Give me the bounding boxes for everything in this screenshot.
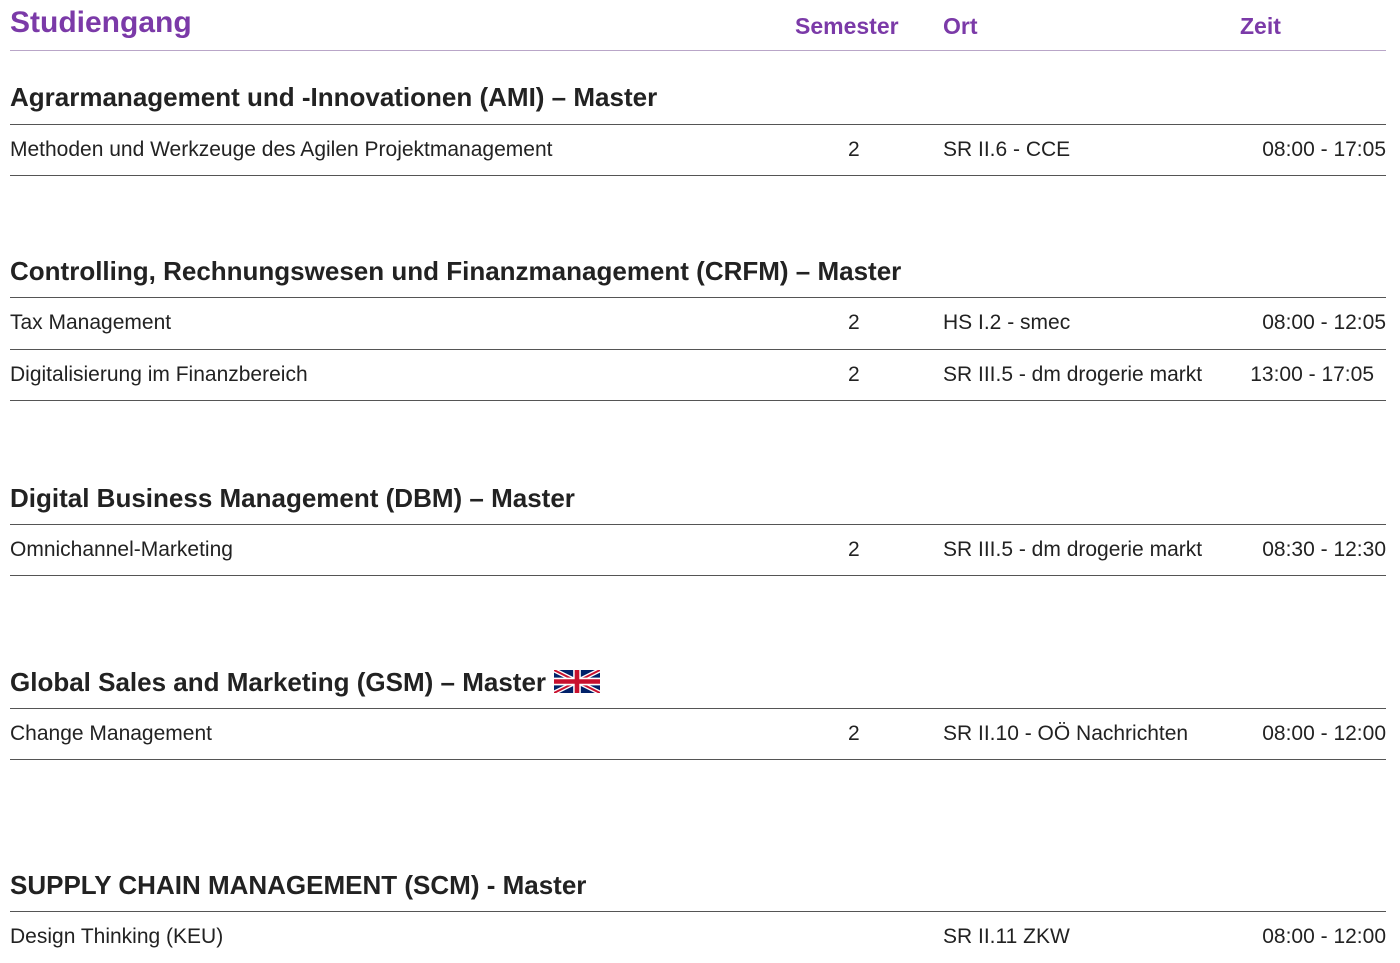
course-time: 13:00 - 17:05 [1250, 363, 1374, 386]
course-semester: 2 [848, 722, 860, 745]
header-zeit: Zeit [1240, 13, 1281, 39]
course-time: 08:00 - 12:05 [1262, 311, 1386, 334]
course-schedule-page: Studiengang Semester Ort Zeit Agrarmanag… [0, 0, 1400, 961]
table-row[interactable]: Methoden und Werkzeuge des Agilen Projek… [10, 124, 1386, 176]
course-semester: 2 [848, 538, 860, 561]
table-row[interactable]: Tax Management 2 HS I.2 - smec 08:00 - 1… [10, 297, 1386, 349]
group-title: Controlling, Rechnungswesen und Finanzma… [10, 256, 902, 286]
course-time: 08:00 - 12:00 [1262, 722, 1386, 745]
course-location: SR III.5 - dm drogerie markt [943, 538, 1203, 561]
course-semester: 2 [848, 363, 860, 386]
header-divider [10, 50, 1386, 51]
course-time: 08:00 - 12:00 [1262, 925, 1386, 948]
course-name: Change Management [10, 722, 212, 745]
uk-flag-icon [554, 669, 601, 698]
course-location: SR II.6 - CCE [943, 138, 1071, 161]
course-time: 08:30 - 12:30 [1262, 538, 1386, 561]
group-title: Digital Business Management (DBM) – Mast… [10, 483, 575, 513]
group-title: SUPPLY CHAIN MANAGEMENT (SCM) - Master [10, 870, 587, 900]
table-row[interactable]: Change Management 2 SR II.10 - OÖ Nachri… [10, 708, 1386, 760]
course-time: 08:00 - 17:05 [1262, 138, 1386, 161]
header-semester: Semester [795, 13, 899, 39]
course-location: SR III.5 - dm drogerie markt [943, 363, 1203, 386]
course-location: HS I.2 - smec [943, 311, 1071, 334]
group-title: Global Sales and Marketing (GSM) – Maste… [10, 667, 547, 697]
header-ort: Ort [943, 13, 978, 39]
table-row[interactable]: Digitalisierung im Finanzbereich 2 SR II… [10, 349, 1386, 401]
group-title-wrap: Global Sales and Marketing (GSM) – Maste… [10, 667, 601, 698]
course-name: Digitalisierung im Finanzbereich [10, 363, 308, 386]
course-name: Omnichannel-Marketing [10, 538, 233, 561]
group-title: Agrarmanagement und -Innovationen (AMI) … [10, 82, 658, 112]
course-location: SR II.10 - OÖ Nachrichten [943, 722, 1189, 745]
table-row[interactable]: Design Thinking (KEU) SR II.11 ZKW 08:00… [10, 911, 1386, 963]
course-name: Methoden und Werkzeuge des Agilen Projek… [10, 138, 553, 161]
course-name: Design Thinking (KEU) [10, 925, 224, 948]
course-semester: 2 [848, 138, 860, 161]
course-name: Tax Management [10, 311, 172, 334]
header-studiengang: Studiengang [10, 6, 192, 39]
course-semester: 2 [848, 311, 860, 334]
course-location: SR II.11 ZKW [943, 925, 1070, 948]
table-row[interactable]: Omnichannel-Marketing 2 SR III.5 - dm dr… [10, 524, 1386, 576]
